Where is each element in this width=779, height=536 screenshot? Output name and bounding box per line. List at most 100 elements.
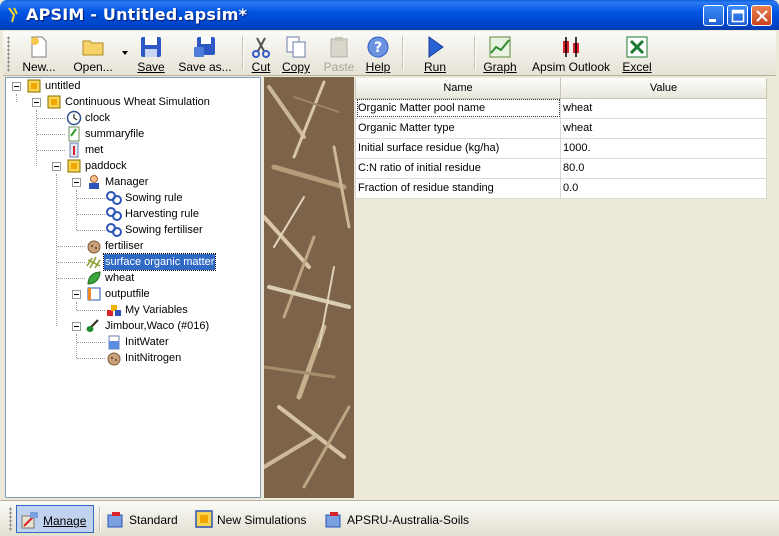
simulation-tree[interactable]: untitled Continuous Wheat Simulation clo…: [5, 77, 261, 498]
excel-label: Excel: [622, 60, 652, 74]
standard-toolbox-button[interactable]: Standard: [103, 505, 189, 533]
variables-icon: [107, 305, 121, 316]
property-value-cell[interactable]: wheat: [560, 117, 767, 139]
close-icon: [756, 10, 768, 22]
graph-button[interactable]: Graph: [481, 33, 519, 75]
apsim-app-icon: [8, 7, 18, 23]
open-button[interactable]: Open...: [65, 33, 121, 75]
excel-button[interactable]: Excel: [619, 33, 655, 75]
help-question-icon: ?: [367, 36, 389, 58]
save-button[interactable]: Save: [131, 33, 171, 75]
toolbar-separator: [474, 36, 476, 70]
main-toolbar: New... Open... Save Save as... Cut Copy …: [3, 31, 776, 76]
toolbox-icon: [325, 512, 341, 528]
simulation-icon: [47, 95, 61, 109]
expander-untitled[interactable]: [12, 82, 21, 91]
title-bar[interactable]: APSIM - Untitled.apsim*: [0, 0, 779, 30]
tree-label: paddock: [85, 160, 127, 172]
tree-connector: [77, 310, 105, 311]
toolbar-separator: [402, 36, 404, 70]
cut-label: Cut: [251, 60, 271, 74]
property-value-cell[interactable]: wheat: [560, 97, 767, 119]
open-folder-icon: [82, 40, 104, 56]
table-row[interactable]: C:N ratio of initial residue 80.0: [355, 157, 767, 179]
tree-connector: [76, 190, 77, 230]
tree-connector: [77, 342, 105, 343]
tree-connector: [57, 262, 85, 263]
tree-label: InitNitrogen: [125, 352, 182, 364]
properties-grid[interactable]: Name Value Organic Matter pool name whea…: [355, 78, 767, 199]
minimize-button[interactable]: [703, 5, 724, 26]
expander-manager[interactable]: [72, 178, 81, 187]
tree-connector: [16, 94, 17, 102]
expander-simulation[interactable]: [32, 98, 41, 107]
toolbar-grip[interactable]: [7, 36, 10, 72]
paste-button[interactable]: Paste: [321, 33, 357, 75]
help-button[interactable]: ? Help: [361, 33, 395, 75]
apsim-outlook-icon: [563, 37, 579, 57]
manage-label: Manage: [43, 514, 86, 528]
property-name-cell[interactable]: Organic Matter type: [355, 117, 561, 139]
clock-icon: [66, 110, 82, 126]
tree-label: Jimbour,Waco (#016): [105, 320, 210, 332]
run-button[interactable]: Run: [418, 33, 452, 75]
run-play-icon: [428, 36, 444, 58]
close-button[interactable]: [751, 5, 772, 26]
save-disk-icon: [141, 37, 161, 57]
tree-label: Manager: [105, 176, 149, 188]
property-name-cell[interactable]: Organic Matter pool name: [355, 97, 561, 119]
copy-button[interactable]: Copy: [280, 33, 312, 75]
apsim-outlook-button[interactable]: Apsim Outlook: [525, 33, 617, 75]
residue-texture-graphic: [264, 77, 354, 498]
property-value-cell[interactable]: 1000.: [560, 137, 767, 159]
wheat-leaf-icon: [87, 271, 101, 285]
graph-label: Graph: [483, 60, 517, 74]
property-name-cell[interactable]: Fraction of residue standing: [355, 177, 561, 199]
manage-button[interactable]: Manage: [16, 505, 94, 533]
new-button[interactable]: New...: [17, 33, 61, 75]
tree-label: outputfile: [105, 288, 150, 300]
table-row[interactable]: Organic Matter type wheat: [355, 117, 767, 139]
table-row[interactable]: Fraction of residue standing 0.0: [355, 177, 767, 199]
toolbar-separator: [242, 36, 244, 70]
rule-icon: [106, 207, 122, 221]
new-label: New...: [22, 60, 56, 74]
surface-organic-matter-icon: [86, 256, 101, 269]
tree-label: Sowing rule: [125, 192, 183, 204]
column-header-value[interactable]: Value: [560, 78, 767, 99]
expander-soil[interactable]: [72, 322, 81, 331]
bottom-toolbar-grip[interactable]: [9, 507, 12, 531]
maximize-icon: [731, 9, 745, 23]
apsru-soils-label: APSRU-Australia-Soils: [347, 513, 470, 527]
expander-paddock[interactable]: [52, 162, 61, 171]
paste-label: Paste: [323, 60, 355, 74]
standard-label: Standard: [129, 513, 178, 527]
tree-label: Harvesting rule: [125, 208, 199, 220]
tree-label: untitled: [45, 80, 81, 92]
property-value-cell[interactable]: 80.0: [560, 157, 767, 179]
new-file-icon: [31, 36, 47, 58]
tree-connector: [77, 230, 105, 231]
table-row[interactable]: Organic Matter pool name wheat: [355, 97, 767, 119]
table-row[interactable]: Initial surface residue (kg/ha) 1000.: [355, 137, 767, 159]
paste-clipboard-icon: [330, 37, 348, 58]
soil-shovel-icon: [86, 319, 99, 332]
properties-grid-area: Name Value Organic Matter pool name whea…: [355, 78, 767, 498]
output-file-icon: [87, 287, 101, 301]
open-dropdown-arrow-icon[interactable]: [122, 51, 129, 57]
new-simulations-button[interactable]: New Simulations: [191, 505, 319, 533]
column-header-name[interactable]: Name: [355, 78, 561, 99]
cut-button[interactable]: Cut: [246, 33, 276, 75]
maximize-button[interactable]: [727, 5, 748, 26]
tree-label: summaryfile: [85, 128, 145, 140]
tree-connector: [77, 358, 105, 359]
expander-outputfile[interactable]: [72, 290, 81, 299]
tree-label: My Variables: [125, 304, 188, 316]
property-name-cell[interactable]: Initial surface residue (kg/ha): [355, 137, 561, 159]
tree-connector: [57, 278, 85, 279]
save-as-button[interactable]: Save as...: [173, 33, 237, 75]
apsru-soils-button[interactable]: APSRU-Australia-Soils: [321, 505, 483, 533]
save-as-disk-icon: [194, 37, 215, 57]
property-value-cell[interactable]: 0.0: [560, 177, 767, 199]
property-name-cell[interactable]: C:N ratio of initial residue: [355, 157, 561, 179]
